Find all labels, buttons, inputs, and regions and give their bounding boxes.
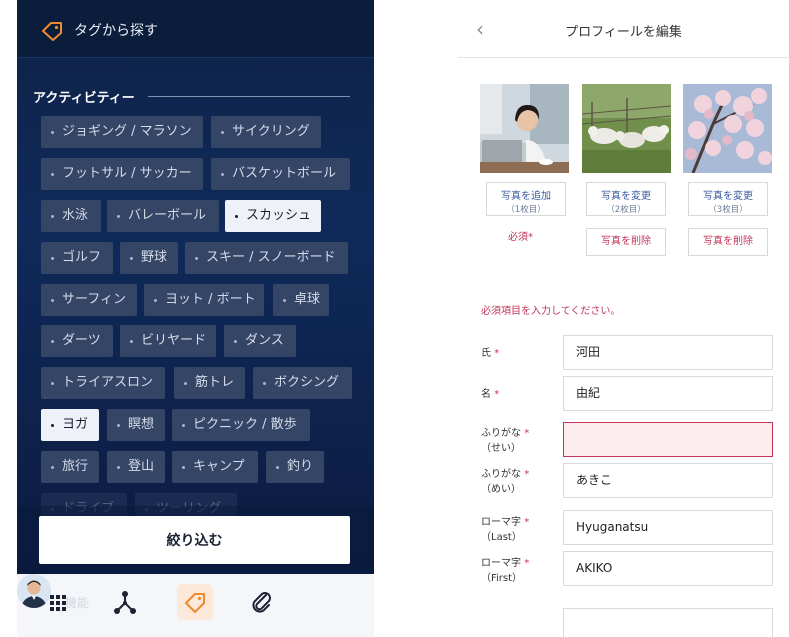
tag-search-panel: タグから探す アクティビティー ジョギング / マラソン サイクリング フットサ…	[17, 0, 374, 637]
section-title-activity: アクティビティー	[33, 91, 135, 106]
change-photo-button[interactable]: 写真を変更 （3枚目）	[688, 182, 768, 216]
tag-chip[interactable]: ダーツ	[41, 325, 113, 357]
tag-chip[interactable]: バスケットボール	[211, 158, 350, 190]
paperclip-icon[interactable]	[244, 584, 280, 620]
tag-chip-selected[interactable]: スカッシュ	[225, 200, 321, 232]
profile-photo-3[interactable]	[683, 84, 772, 173]
required-mark: *	[524, 428, 530, 439]
tag-chip-selected[interactable]: ヨガ	[41, 409, 99, 441]
add-photo-label: 写真を追加	[501, 191, 551, 202]
screen: タグから探す アクティビティー ジョギング / マラソン サイクリング フットサ…	[0, 0, 789, 637]
photo-slot-label: （1枚目）	[506, 205, 546, 215]
section-divider	[148, 96, 350, 97]
add-photo-button[interactable]: 写真を追加 （1枚目）	[486, 182, 566, 216]
validation-error-message: 必須項目を入力してください。	[481, 306, 621, 317]
filter-bar: 絞り込む	[17, 506, 374, 574]
photo-slot-label: （3枚目）	[708, 205, 748, 215]
tag-chip[interactable]: 水泳	[41, 200, 101, 232]
last-name-input[interactable]: 河田	[563, 335, 773, 370]
tag-chip[interactable]: 旅行	[41, 451, 99, 483]
apps-grid-icon[interactable]	[40, 584, 76, 620]
tag-chip[interactable]: サイクリング	[211, 116, 321, 148]
photo-cherry-blossom	[683, 84, 772, 173]
delete-photo-button[interactable]: 写真を削除	[586, 228, 666, 256]
change-photo-button[interactable]: 写真を変更 （2枚目）	[586, 182, 666, 216]
required-mark: *	[494, 348, 500, 359]
tag-chip[interactable]: ヨット / ボート	[144, 284, 264, 316]
header-title: タグから探す	[74, 23, 158, 39]
tag-chip[interactable]: ビリヤード	[120, 325, 216, 357]
tag-chip[interactable]: 登山	[107, 451, 165, 483]
tag-chip[interactable]: ボクシング	[253, 367, 352, 399]
tag-chip[interactable]: 野球	[120, 242, 178, 274]
field-label-first-name: 名 *	[481, 387, 499, 402]
tag-chip[interactable]: キャンプ	[172, 451, 258, 483]
required-mark: *	[494, 389, 500, 400]
change-photo-label: 写真を変更	[601, 191, 651, 202]
page-title: プロフィールを編集	[565, 25, 682, 40]
field-sublabel: （せい）	[481, 443, 521, 454]
tag-chip[interactable]: ダンス	[224, 325, 296, 357]
tag-chip[interactable]: サーフィン	[41, 284, 137, 316]
required-mark: *	[524, 469, 530, 480]
field-label-furigana-sei: ふりがな * （せい）	[481, 426, 529, 456]
tag-icon	[42, 22, 62, 41]
photo-slot-label: （2枚目）	[606, 205, 646, 215]
delete-photo-button[interactable]: 写真を削除	[688, 228, 768, 256]
field-label-romaji-first: ローマ字 * （First）	[481, 556, 529, 586]
field-label-romaji-last: ローマ字 * （Last）	[481, 515, 529, 545]
field-label-text: ふりがな	[481, 428, 521, 439]
tag-chip[interactable]: スキー / スノーボード	[185, 242, 348, 274]
tag-icon[interactable]	[177, 584, 213, 620]
tag-chip[interactable]: ゴルフ	[41, 242, 113, 274]
tag-search-header: タグから探す	[17, 0, 374, 58]
photo-woman-laptop	[480, 84, 569, 173]
tag-chip[interactable]: ピクニック / 散歩	[172, 409, 310, 441]
tag-chip[interactable]: ジョギング / マラソン	[41, 116, 203, 148]
filter-button[interactable]: 絞り込む	[39, 516, 350, 564]
profile-edit-panel: ‹ プロフィールを編集 写真を追加 （1枚目） 写真を変更 （2枚目） 写真を変…	[458, 0, 789, 637]
profile-photo-1[interactable]	[480, 84, 569, 173]
next-field-input[interactable]	[563, 608, 773, 637]
network-icon[interactable]	[107, 584, 143, 620]
field-label-text: 名	[481, 389, 491, 400]
required-mark: *	[524, 517, 530, 528]
tag-chip[interactable]: 卓球	[273, 284, 329, 316]
required-mark: *	[524, 558, 530, 569]
profile-photo-2[interactable]	[582, 84, 671, 173]
photo-goats	[582, 84, 671, 173]
required-photo-note: 必須*	[508, 232, 533, 243]
tag-chip[interactable]: 筋トレ	[174, 367, 245, 399]
field-sublabel: （Last）	[481, 532, 522, 543]
field-label-text: ローマ字	[481, 517, 521, 528]
furigana-sei-input[interactable]	[563, 422, 773, 457]
header-divider	[458, 57, 789, 58]
change-photo-label: 写真を変更	[703, 191, 753, 202]
romaji-first-input[interactable]: AKIKO	[563, 551, 773, 586]
field-label-text: 氏	[481, 348, 491, 359]
field-label-last-name: 氏 *	[481, 346, 499, 361]
field-sublabel: （First）	[481, 573, 523, 584]
tag-chip[interactable]: フットサル / サッカー	[41, 158, 203, 190]
field-label-furigana-mei: ふりがな * （めい）	[481, 467, 529, 497]
furigana-mei-input[interactable]: あきこ	[563, 463, 773, 498]
field-sublabel: （めい）	[481, 484, 521, 495]
tag-chip[interactable]: バレーボール	[107, 200, 219, 232]
tag-chip[interactable]: トライアスロン	[41, 367, 165, 399]
field-label-text: ローマ字	[481, 558, 521, 569]
bottom-nav: 機能	[17, 574, 374, 637]
first-name-input[interactable]: 由紀	[563, 376, 773, 411]
tag-chip[interactable]: 釣り	[266, 451, 324, 483]
tag-chip[interactable]: 瞑想	[107, 409, 165, 441]
romaji-last-input[interactable]: Hyuganatsu	[563, 510, 773, 545]
field-label-text: ふりがな	[481, 469, 521, 480]
